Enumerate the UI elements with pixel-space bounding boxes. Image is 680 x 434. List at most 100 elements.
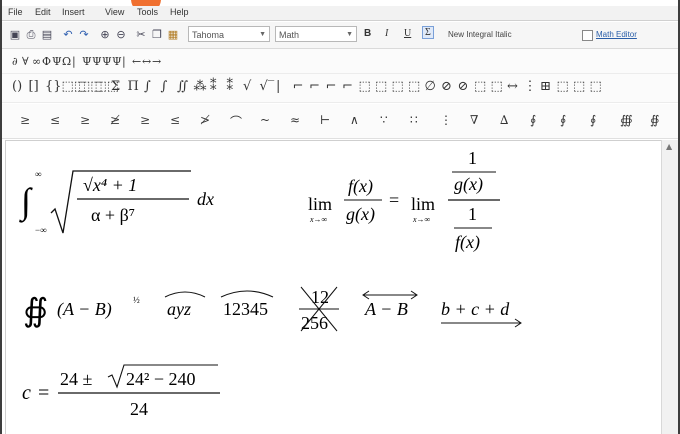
palette-symbol-button[interactable]: ⬚: [557, 79, 569, 94]
palette-symbol-button[interactable]: ←: [132, 55, 141, 68]
palette-symbol-button[interactable]: ∰: [620, 113, 633, 127]
save-icon[interactable]: ▣: [8, 28, 22, 42]
open-icon[interactable]: ▤: [40, 28, 54, 42]
copy-icon[interactable]: ❐: [150, 28, 164, 42]
palette-symbol-button[interactable]: ⁂: [194, 79, 207, 94]
palette-symbol-button[interactable]: Ω: [62, 55, 71, 68]
palette-symbol-button[interactable]: ⌐: [293, 79, 304, 94]
palette-symbol-button[interactable]: ≥: [80, 113, 90, 127]
palette-symbol-button[interactable]: ∫: [161, 79, 168, 94]
palette-symbol-button[interactable]: ⬚: [408, 79, 420, 94]
paste-icon[interactable]: ▦: [166, 28, 180, 42]
font-select[interactable]: Tahoma ▼: [188, 26, 270, 42]
palette-symbol-button[interactable]: ~: [260, 113, 270, 127]
vertical-scrollbar[interactable]: ▲: [661, 140, 678, 434]
palette-symbol-button[interactable]: ∇: [470, 113, 478, 127]
palette-symbol-button[interactable]: ∬: [177, 79, 188, 94]
palette-symbol-button[interactable]: []: [29, 79, 39, 94]
palette-symbol-button[interactable]: Σ: [111, 79, 120, 94]
palette-symbol-button[interactable]: Ψ: [112, 55, 122, 68]
outer-denominator-fx: f(x): [455, 232, 480, 253]
palette-symbol-button[interactable]: Ψ: [82, 55, 92, 68]
menu-tools[interactable]: Tools: [137, 7, 158, 17]
palette-symbol-button[interactable]: ≯: [200, 113, 210, 127]
menu-view[interactable]: View: [105, 7, 124, 17]
palette-symbol-button[interactable]: ⁑: [227, 79, 234, 94]
style-select[interactable]: Math ▼: [275, 26, 357, 42]
palette-symbol-button[interactable]: ∮: [590, 113, 596, 127]
palette-symbol-button[interactable]: ⬚: [573, 79, 585, 94]
bold-button[interactable]: B: [364, 28, 371, 39]
palette-symbol-button[interactable]: √: [243, 79, 251, 94]
redo-icon[interactable]: ↷: [77, 28, 91, 42]
undo-icon[interactable]: ↶: [61, 28, 75, 42]
palette-symbol-button[interactable]: ∵: [380, 113, 388, 127]
palette-symbol-button[interactable]: |: [276, 79, 280, 94]
palette-symbol-button[interactable]: √‾: [260, 79, 275, 94]
print-icon[interactable]: ⎙: [24, 28, 38, 42]
palette-symbol-button[interactable]: →: [152, 55, 161, 68]
palette-symbol-button[interactable]: ⬚: [474, 79, 486, 94]
equation-editor-canvas[interactable]: ∫ ∞ −∞ √x⁴ + 1 α + β⁷ dx lim x→∞ f(x) g(…: [5, 140, 661, 434]
palette-symbol-button[interactable]: ∧: [350, 113, 359, 127]
palette-symbol-button[interactable]: ↔: [507, 79, 518, 94]
palette-symbol-button[interactable]: ≥: [140, 113, 150, 127]
palette-symbol-button[interactable]: ⌐: [309, 79, 320, 94]
underline-button[interactable]: U: [404, 28, 411, 39]
palette-symbol-button[interactable]: {}: [45, 79, 62, 94]
palette-symbol-button[interactable]: ⁑: [210, 79, 217, 94]
palette-symbol-button[interactable]: ∫: [144, 79, 151, 94]
palette-symbol-button[interactable]: ≥: [20, 113, 30, 127]
palette-symbol-button[interactable]: ⊘: [458, 79, 469, 94]
zoom-in-icon[interactable]: ⊕: [98, 28, 112, 42]
palette-symbol-button[interactable]: ∮: [530, 113, 536, 127]
menu-insert[interactable]: Insert: [62, 7, 85, 17]
palette-symbol-button[interactable]: ⊞: [540, 79, 551, 94]
zoom-out-icon[interactable]: ⊖: [114, 28, 128, 42]
palette-symbol-button[interactable]: ∮: [560, 113, 566, 127]
palette-symbol-button[interactable]: Ψ: [52, 55, 62, 68]
palette-symbol-button[interactable]: Ψ: [92, 55, 102, 68]
palette-symbol-button[interactable]: ∯: [650, 113, 659, 127]
palette-symbol-button[interactable]: Π: [128, 79, 139, 94]
palette-symbol-button[interactable]: ⌒: [230, 113, 242, 130]
cut-icon[interactable]: ✂: [134, 28, 148, 42]
vector-expression: A − B: [364, 299, 408, 319]
palette-symbol-button[interactable]: ⬚: [392, 79, 404, 94]
palette-symbol-button[interactable]: |: [72, 55, 76, 68]
palette-symbol-button[interactable]: ⬚: [590, 79, 602, 94]
palette-symbol-button[interactable]: ⊢: [320, 113, 330, 127]
palette-symbol-button[interactable]: ≤: [50, 113, 60, 127]
new-integral-checkbox[interactable]: [582, 30, 593, 41]
scroll-up-icon[interactable]: ▲: [666, 142, 672, 151]
palette-symbol-button[interactable]: ⊘: [441, 79, 452, 94]
palette-symbol-button[interactable]: ⋮: [440, 113, 452, 127]
palette-symbol-button[interactable]: ∂: [12, 55, 18, 68]
palette-symbol-button[interactable]: ≤: [170, 113, 180, 127]
palette-symbol-button[interactable]: ↔: [142, 55, 151, 68]
menu-edit[interactable]: Edit: [35, 7, 51, 17]
palette-symbol-button[interactable]: Ψ: [102, 55, 112, 68]
palette-symbol-button[interactable]: ∆: [500, 113, 508, 127]
palette-symbol-button[interactable]: ⌐: [342, 79, 353, 94]
menu-file[interactable]: File: [8, 7, 23, 17]
palette-symbol-button[interactable]: |: [122, 55, 126, 68]
menu-help[interactable]: Help: [170, 7, 189, 17]
palette-symbol-button[interactable]: ∞: [32, 55, 41, 68]
palette-symbol-button[interactable]: (): [12, 79, 22, 94]
palette-symbol-button[interactable]: ∷: [410, 113, 418, 127]
palette-symbol-button[interactable]: ⬚: [375, 79, 387, 94]
math-editor-link[interactable]: Math Editor: [596, 30, 637, 39]
palette-symbol-button[interactable]: ⬚: [359, 79, 371, 94]
palette-symbol-button[interactable]: ∀: [22, 55, 29, 68]
palette-symbol-button[interactable]: ⋮: [524, 79, 537, 94]
palette-symbol-button[interactable]: ⌐: [326, 79, 337, 94]
palette-symbol-button[interactable]: ≈: [290, 113, 300, 127]
italic-button[interactable]: I: [385, 28, 388, 39]
palette-symbol-button[interactable]: ⬚: [491, 79, 503, 94]
sigma-button[interactable]: Σ: [422, 26, 434, 39]
cancel-denominator: 256: [301, 313, 328, 333]
palette-symbol-button[interactable]: ≱: [110, 113, 120, 127]
palette-symbol-button[interactable]: ∅: [425, 79, 436, 94]
palette-symbol-button[interactable]: Φ: [42, 55, 51, 68]
